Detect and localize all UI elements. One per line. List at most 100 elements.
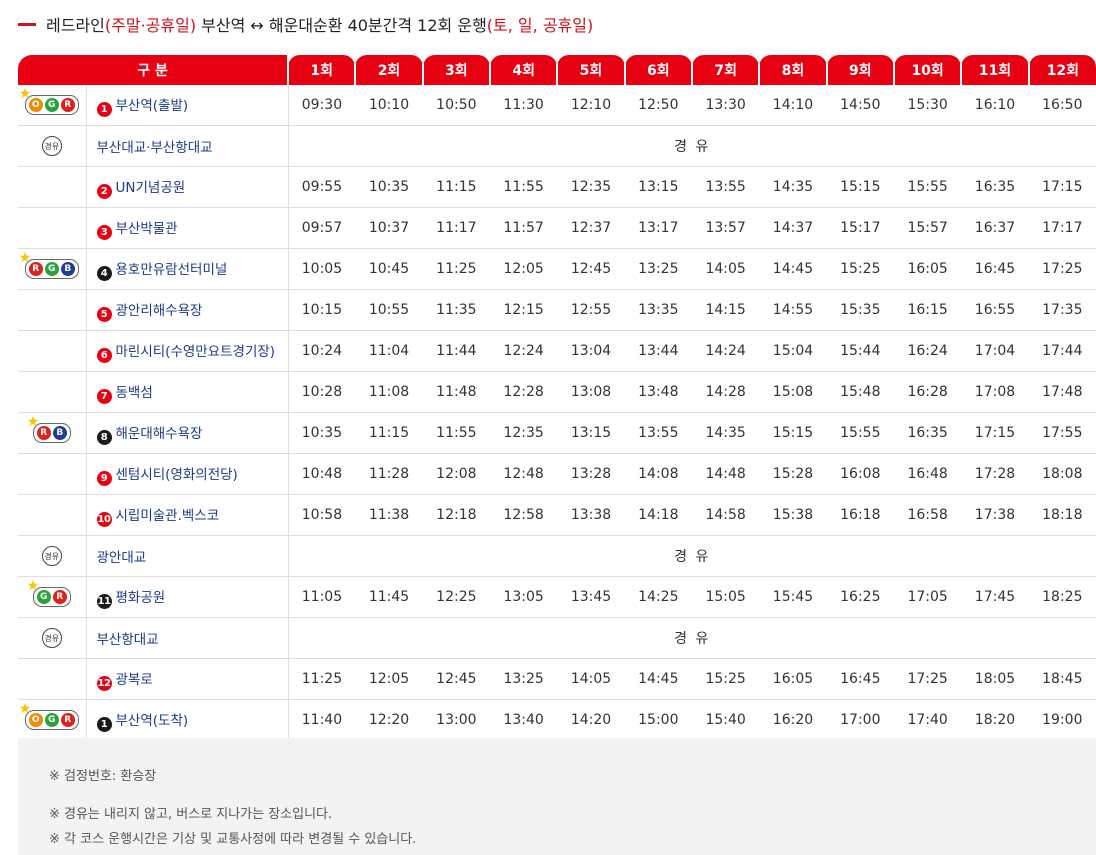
stop-name-cell: 3 부산박물관	[86, 207, 289, 249]
row-icon-cell: ★ R G B	[18, 248, 87, 290]
departure-time: 14:35	[759, 166, 827, 208]
stop-row: 3 부산박물관 09:57 10:37 11:17 11:57 12:37 13:17 13:5…	[18, 207, 1096, 249]
departure-time: 10:50	[422, 85, 490, 126]
transfer-line-dot: B	[52, 426, 67, 440]
departure-time: 14:25	[624, 576, 692, 618]
row-icon-cell: ★ O G R	[18, 699, 87, 741]
header-trip-11: 11회	[960, 55, 1029, 85]
timetable: 구 분 1회 2회 3회 4회 5회 6회 7회 8회 9회 10회 11회 1…	[18, 55, 1096, 741]
departure-time: 17:25	[1028, 248, 1096, 290]
departure-time: 09:55	[288, 166, 356, 208]
departure-time: 16:58	[893, 494, 962, 536]
departure-time: 16:08	[826, 453, 894, 495]
departure-time: 16:35	[961, 166, 1029, 208]
departure-time: 16:05	[893, 248, 962, 290]
departure-time: 17:48	[1028, 371, 1096, 413]
title-route: 부산역 ↔ 해운대순환 40분간격 12회 운행	[196, 16, 487, 35]
via-passthrough: 경 유	[288, 535, 1096, 577]
stop-name-cell: 7 동백섬	[86, 371, 289, 413]
departure-time: 15:25	[691, 658, 760, 700]
departure-time: 15:30	[893, 85, 962, 126]
departure-time: 11:15	[422, 166, 490, 208]
departure-time: 14:37	[759, 207, 827, 249]
timetable-header: 구 분 1회 2회 3회 4회 5회 6회 7회 8회 9회 10회 11회 1…	[18, 55, 1096, 85]
row-icon-cell	[18, 289, 87, 331]
stop-number-badge: 7	[96, 388, 112, 404]
header-trip-6: 6회	[623, 55, 692, 85]
departure-time: 12:08	[422, 453, 490, 495]
departure-time: 12:45	[557, 248, 625, 290]
departure-time: 10:45	[355, 248, 423, 290]
departure-time: 12:37	[557, 207, 625, 249]
departure-time: 13:38	[557, 494, 625, 536]
departure-time: 12:05	[490, 248, 558, 290]
stop-row: ★ R G B 4 용호만유람선터미널 10:05 10:45 11:25 12:05 12:45 1…	[18, 248, 1096, 290]
departure-time: 09:30	[288, 85, 356, 126]
departure-time: 18:05	[961, 658, 1029, 700]
departure-time: 12:48	[490, 453, 558, 495]
transfer-lines-icon: ★ R B	[27, 415, 71, 443]
transfer-stop-number-badge: 8	[96, 429, 112, 445]
departure-time: 13:40	[490, 699, 558, 741]
departure-time: 11:08	[355, 371, 423, 413]
row-icon-cell	[18, 166, 87, 208]
departure-time: 15:35	[826, 289, 894, 331]
departure-time: 10:55	[355, 289, 423, 331]
departure-time: 16:45	[826, 658, 894, 700]
departure-time: 16:20	[759, 699, 827, 741]
via-row: 경유 부산항대교 경 유	[18, 617, 1096, 659]
note-via: ※ 경유는 내리지 않고, 버스로 지나가는 장소입니다.	[49, 807, 333, 822]
stop-name-cell: 8 해운대해수욕장	[86, 412, 289, 454]
stop-number-badge: 9	[96, 470, 112, 486]
departure-time: 17:04	[961, 330, 1029, 372]
stop-row: 5 광안리해수욕장 10:15 10:55 11:35 12:15 12:55 13:35 14…	[18, 289, 1096, 331]
departure-time: 11:40	[288, 699, 356, 741]
departure-time: 13:30	[691, 85, 760, 126]
star-icon: ★	[26, 414, 40, 430]
departure-time: 15:08	[759, 371, 827, 413]
header-trip-9: 9회	[825, 55, 894, 85]
departure-time: 14:10	[759, 85, 827, 126]
notes-panel: ※ 검정번호: 환승장 ※ 경유는 내리지 않고, 버스로 지나가는 장소입니다…	[18, 738, 1096, 855]
departure-time: 11:05	[288, 576, 356, 618]
row-icon-cell	[18, 371, 87, 413]
departure-time: 14:35	[691, 412, 760, 454]
stop-name: UN기념공원	[115, 179, 186, 196]
departure-time: 11:44	[422, 330, 490, 372]
row-icon-cell: 경유	[18, 535, 87, 577]
via-passthrough: 경 유	[288, 125, 1096, 167]
via-row: 경유 광안대교 경 유	[18, 535, 1096, 577]
departure-time: 15:45	[759, 576, 827, 618]
row-icon-cell	[18, 453, 87, 495]
stop-name: 센텀시티(영화의전당)	[115, 466, 238, 483]
stop-name-cell: 광안대교	[86, 535, 289, 577]
title-prefix: 레드라인	[46, 16, 105, 35]
departure-time: 14:58	[691, 494, 760, 536]
departure-time: 13:17	[624, 207, 692, 249]
departure-time: 11:38	[355, 494, 423, 536]
departure-time: 16:55	[961, 289, 1029, 331]
departure-time: 16:28	[893, 371, 962, 413]
departure-time: 16:10	[961, 85, 1029, 126]
schedule-title: 레드라인 (주말·공휴일) 부산역 ↔ 해운대순환 40분간격 12회 운행 (…	[18, 12, 593, 36]
departure-time: 17:08	[961, 371, 1029, 413]
departure-time: 14:05	[557, 658, 625, 700]
departure-time: 13:35	[624, 289, 692, 331]
departure-time: 14:45	[624, 658, 692, 700]
departure-time: 12:20	[355, 699, 423, 741]
departure-time: 12:35	[490, 412, 558, 454]
transfer-line-dot: G	[44, 98, 59, 112]
title-highlight-days: (토, 일, 공휴일)	[486, 16, 594, 35]
departure-time: 16:50	[1028, 85, 1096, 126]
departure-time: 13:48	[624, 371, 692, 413]
stop-name: 광안리해수욕장	[115, 302, 203, 319]
via-badge-icon: 경유	[41, 136, 62, 156]
departure-time: 18:25	[1028, 576, 1096, 618]
transfer-line-dot: G	[44, 262, 59, 276]
stop-name: 동백섬	[115, 384, 153, 401]
departure-time: 15:38	[759, 494, 827, 536]
star-icon: ★	[18, 86, 32, 102]
departure-time: 11:17	[422, 207, 490, 249]
stop-name: 마린시티(수영만요트경기장)	[115, 343, 276, 360]
departure-time: 12:50	[624, 85, 692, 126]
